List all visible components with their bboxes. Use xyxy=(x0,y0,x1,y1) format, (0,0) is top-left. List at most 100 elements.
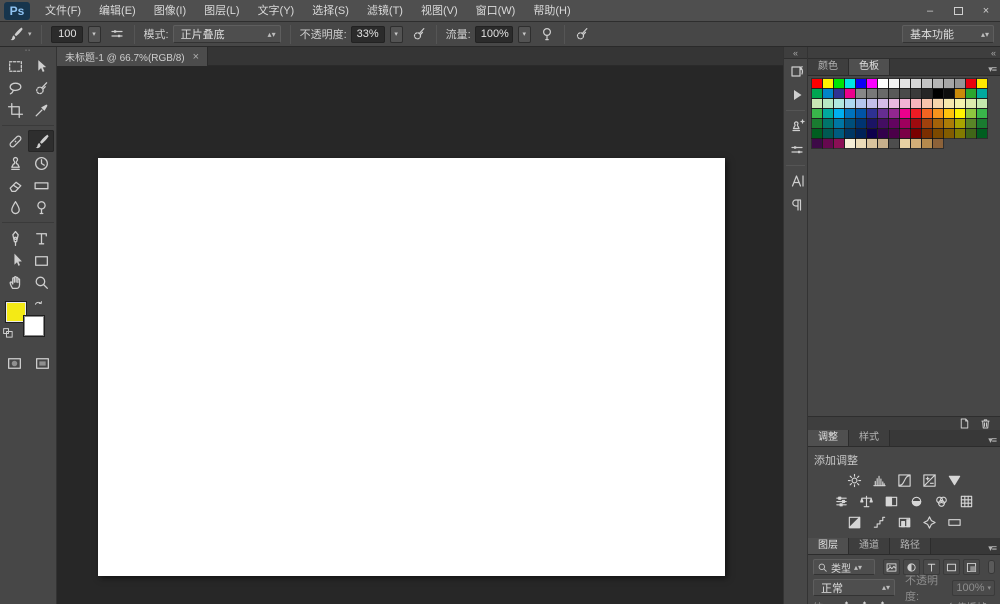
menu-item[interactable]: 图像(I) xyxy=(145,0,195,22)
filter-toggle-switch[interactable] xyxy=(988,560,995,574)
swatch[interactable] xyxy=(955,89,965,98)
swatch[interactable] xyxy=(966,129,976,138)
swatch[interactable] xyxy=(856,129,866,138)
menu-item[interactable]: 编辑(E) xyxy=(90,0,145,22)
close-button[interactable]: × xyxy=(972,2,1000,20)
swatch[interactable] xyxy=(823,119,833,128)
swatch[interactable] xyxy=(955,119,965,128)
swatch[interactable] xyxy=(845,99,855,108)
opacity-dropdown-arrow[interactable]: ▾ xyxy=(389,25,403,43)
swatch[interactable] xyxy=(812,109,822,118)
swatch[interactable] xyxy=(900,89,910,98)
posterize-button[interactable] xyxy=(870,515,888,530)
rectangle-tool[interactable] xyxy=(28,249,54,271)
swatch[interactable] xyxy=(823,79,833,88)
swatch[interactable] xyxy=(878,129,888,138)
swatch[interactable] xyxy=(823,89,833,98)
swatch[interactable] xyxy=(911,79,921,88)
swatch[interactable] xyxy=(922,129,932,138)
swatch[interactable] xyxy=(900,109,910,118)
swatch[interactable] xyxy=(845,109,855,118)
collapse-dock-icon[interactable]: « xyxy=(808,47,1000,59)
menu-item[interactable]: 文件(F) xyxy=(36,0,90,22)
swatch[interactable] xyxy=(812,89,822,98)
menu-item[interactable]: 图层(L) xyxy=(195,0,248,22)
delete-swatch-icon[interactable] xyxy=(979,417,992,430)
exposure-button[interactable] xyxy=(920,473,938,488)
spot-healing-brush-tool[interactable] xyxy=(2,130,28,152)
brush-size-dropdown-arrow[interactable]: ▾ xyxy=(87,25,101,43)
swatch[interactable] xyxy=(889,139,899,148)
swatch[interactable] xyxy=(933,139,943,148)
swatch[interactable] xyxy=(889,129,899,138)
hand-tool[interactable] xyxy=(2,271,28,293)
swatch[interactable] xyxy=(933,79,943,88)
tool-preset-brush-icon[interactable] xyxy=(8,26,24,42)
eraser-tool[interactable] xyxy=(2,174,28,196)
threshold-button[interactable] xyxy=(895,515,913,530)
background-color-swatch[interactable] xyxy=(23,315,45,337)
swatch[interactable] xyxy=(933,119,943,128)
swatch[interactable] xyxy=(845,79,855,88)
filter-smart-objects-button[interactable] xyxy=(963,559,980,575)
selective-color-button[interactable] xyxy=(920,515,938,530)
swatch[interactable] xyxy=(944,119,954,128)
swatch[interactable] xyxy=(922,79,932,88)
swatch[interactable] xyxy=(944,129,954,138)
swap-colors-icon[interactable] xyxy=(33,299,46,312)
tab-adjustments-样式[interactable]: 样式 xyxy=(849,430,890,446)
new-swatch-icon[interactable] xyxy=(958,417,971,430)
blend-mode-select[interactable]: 正片叠底 ▴▾ xyxy=(172,25,281,43)
swatch[interactable] xyxy=(812,79,822,88)
menu-item[interactable]: 视图(V) xyxy=(412,0,467,22)
channel-mixer-button[interactable] xyxy=(933,494,951,509)
default-colors-icon[interactable] xyxy=(2,327,15,340)
unify-scale-icon[interactable] xyxy=(858,600,871,604)
airbrush-icon[interactable] xyxy=(539,26,555,42)
swatch[interactable] xyxy=(889,119,899,128)
swatch[interactable] xyxy=(856,89,866,98)
layer-opacity-field[interactable]: 100% ▾ xyxy=(952,579,995,596)
tab-colors-色板[interactable]: 色板 xyxy=(849,59,890,75)
swatch[interactable] xyxy=(834,109,844,118)
character-panel[interactable] xyxy=(784,169,809,193)
type-tool[interactable] xyxy=(28,227,54,249)
swatch[interactable] xyxy=(900,99,910,108)
swatch[interactable] xyxy=(933,89,943,98)
swatch[interactable] xyxy=(878,119,888,128)
swatch[interactable] xyxy=(900,119,910,128)
swatch[interactable] xyxy=(966,99,976,108)
toolbar-grip[interactable]: ▪▪ xyxy=(0,47,56,55)
swatch[interactable] xyxy=(834,79,844,88)
swatch[interactable] xyxy=(867,129,877,138)
blur-tool[interactable] xyxy=(2,196,28,218)
brush-size-field[interactable]: 100 xyxy=(50,25,83,43)
swatch[interactable] xyxy=(889,89,899,98)
swatch[interactable] xyxy=(812,99,822,108)
levels-button[interactable] xyxy=(870,473,888,488)
swatch[interactable] xyxy=(834,129,844,138)
swatch[interactable] xyxy=(944,79,954,88)
quick-selection-tool[interactable] xyxy=(28,77,54,99)
menu-item[interactable]: 帮助(H) xyxy=(524,0,579,22)
history-panel[interactable] xyxy=(784,59,809,83)
swatch[interactable] xyxy=(867,119,877,128)
menu-item[interactable]: 文字(Y) xyxy=(249,0,304,22)
swatch[interactable] xyxy=(867,139,877,148)
opacity-field[interactable]: 33% xyxy=(350,25,385,43)
rectangular-marquee-tool[interactable] xyxy=(2,55,28,77)
color-balance-button[interactable] xyxy=(858,494,876,509)
swatch[interactable] xyxy=(944,99,954,108)
swatch[interactable] xyxy=(977,79,987,88)
swatch[interactable] xyxy=(922,139,932,148)
swatch[interactable] xyxy=(911,129,921,138)
tab-layers-通道[interactable]: 通道 xyxy=(849,538,890,554)
swatch[interactable] xyxy=(955,109,965,118)
swatch[interactable] xyxy=(845,89,855,98)
swatch[interactable] xyxy=(834,139,844,148)
swatch[interactable] xyxy=(900,129,910,138)
swatch[interactable] xyxy=(922,109,932,118)
workspace-switcher[interactable]: 基本功能 ▴▾ xyxy=(902,25,994,43)
tablet-pressure-opacity-icon[interactable] xyxy=(411,26,427,42)
clone-stamp-tool[interactable] xyxy=(2,152,28,174)
